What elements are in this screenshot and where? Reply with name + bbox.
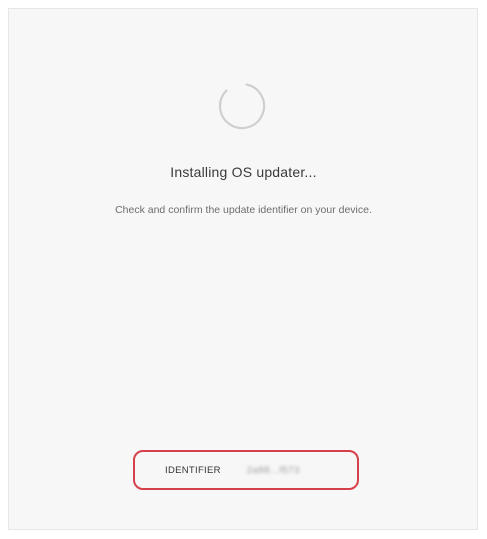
identifier-label: IDENTIFIER: [165, 464, 221, 476]
page: Installing OS updater... Check and confi…: [0, 0, 487, 539]
identifier-value: 2a88...f573: [246, 464, 300, 476]
identifier-box: IDENTIFIER 2a88...f573: [133, 450, 359, 490]
loading-spinner-icon: [216, 80, 268, 132]
status-title: Installing OS updater...: [170, 164, 317, 180]
status-message: Check and confirm the update identifier …: [115, 204, 372, 216]
